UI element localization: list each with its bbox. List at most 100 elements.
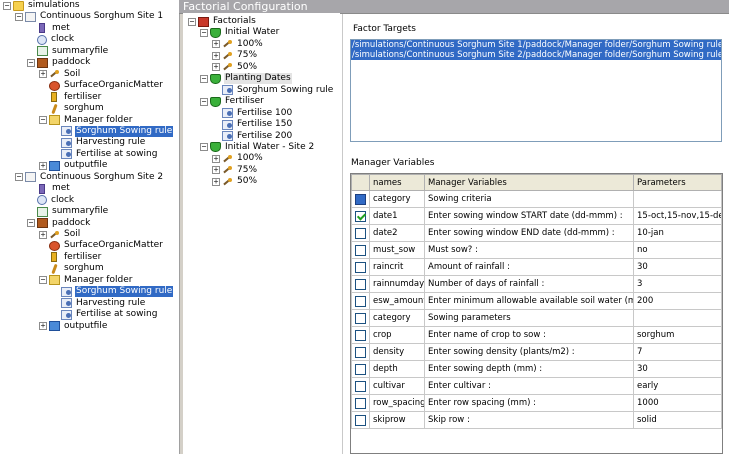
tree-node-clock[interactable]: clock <box>37 195 75 206</box>
tree-node-continuous-sorghum-site-2[interactable]: − Continuous Sorghum Site 2 <box>15 172 164 183</box>
cell-parameter[interactable]: 30 <box>633 258 722 276</box>
cell-name[interactable]: rainnumdays <box>369 275 425 293</box>
tree-node-fertiliser[interactable]: − Fertiliser <box>200 96 265 107</box>
collapse-icon[interactable]: − <box>39 276 47 285</box>
cell-manager-variable[interactable]: Number of days of rainfall : <box>424 275 634 293</box>
tree-node-paddock[interactable]: − paddock <box>27 218 91 229</box>
tree-node-100[interactable]: +100% <box>212 153 264 164</box>
cell-manager-variable[interactable]: Sowing parameters <box>424 309 634 327</box>
collapse-icon[interactable]: − <box>200 74 208 83</box>
cell-parameter[interactable]: 30 <box>633 360 722 378</box>
cell-parameter[interactable] <box>633 309 722 327</box>
tree-node-planting-dates[interactable]: − Planting Dates <box>200 73 292 85</box>
grid-row-must-sow[interactable]: must_sow Must sow? : no <box>351 241 722 259</box>
collapse-icon[interactable]: − <box>15 173 23 182</box>
cell-manager-variable[interactable]: Must sow? : <box>424 241 634 259</box>
column-header-manager-variables[interactable]: Manager Variables <box>424 174 634 191</box>
expand-icon[interactable]: + <box>212 51 220 60</box>
grid-row-row-spacing[interactable]: row_spacing Enter row spacing (mm) :1000 <box>351 394 722 412</box>
collapse-icon[interactable]: − <box>200 143 208 152</box>
expand-icon[interactable]: + <box>212 154 220 163</box>
cell-parameter[interactable]: 7 <box>633 343 722 361</box>
tree-node-met[interactable]: met <box>37 183 71 194</box>
grid-row-crop[interactable]: crop Enter name of crop to sow : sorghum <box>351 326 722 344</box>
tree-node-initial-water[interactable]: − Initial Water <box>200 27 280 38</box>
row-checkbox[interactable] <box>355 329 366 341</box>
cell-parameter[interactable]: 200 <box>633 292 722 310</box>
collapse-icon[interactable]: − <box>200 28 208 37</box>
collapse-icon[interactable]: − <box>188 17 196 26</box>
cell-name[interactable]: depth <box>369 360 425 378</box>
tree-node-met[interactable]: met <box>37 23 71 34</box>
tree-node-clock[interactable]: clock <box>37 34 75 45</box>
cell-parameter[interactable]: 1000 <box>633 394 722 412</box>
cell-parameter[interactable]: early <box>633 377 722 395</box>
cell-parameter[interactable]: no <box>633 241 722 259</box>
expand-icon[interactable]: + <box>212 63 220 72</box>
tree-node-soil[interactable]: + Soil <box>39 69 81 80</box>
cell-name[interactable]: must_sow <box>369 241 425 259</box>
tree-node-75[interactable]: +75% <box>212 165 258 176</box>
tree-node-manager-folder[interactable]: − Manager folder <box>39 115 133 126</box>
cell-manager-variable[interactable]: Amount of rainfall : <box>424 258 634 276</box>
cell-parameter[interactable]: sorghum <box>633 326 722 344</box>
row-checkbox[interactable] <box>355 278 366 290</box>
cell-manager-variable[interactable]: Enter row spacing (mm) : <box>424 394 634 412</box>
tree-node-sorghum-sowing-rule[interactable]: Sorghum Sowing rule <box>61 125 174 137</box>
tree-node-simulations[interactable]: − simulations <box>3 0 81 11</box>
grid-row-category[interactable]: category Sowing parameters <box>351 309 722 327</box>
row-checkbox[interactable] <box>355 312 366 324</box>
row-checkbox[interactable] <box>355 397 366 409</box>
tree-node-sorghum[interactable]: sorghum <box>49 263 105 274</box>
tree-node-factorials[interactable]: − Factorials <box>188 16 257 27</box>
row-checkbox[interactable] <box>355 295 366 307</box>
manager-variables-grid[interactable]: names Manager Variables Parameters categ… <box>350 173 723 454</box>
cell-manager-variable[interactable]: Enter sowing window END date (dd-mmm) : <box>424 224 634 242</box>
cell-manager-variable[interactable]: Enter sowing density (plants/m2) : <box>424 343 634 361</box>
tree-node-50[interactable]: +50% <box>212 62 258 73</box>
grid-row-depth[interactable]: depth Enter sowing depth (mm) :30 <box>351 360 722 378</box>
row-checkbox[interactable] <box>355 227 366 239</box>
tree-node-summaryfile[interactable]: summaryfile <box>37 46 109 57</box>
expand-icon[interactable]: + <box>39 322 47 331</box>
tree-node-soil[interactable]: + Soil <box>39 229 81 240</box>
collapse-icon[interactable]: − <box>27 58 35 67</box>
tree-node-fertilise-100[interactable]: Fertilise 100 <box>222 108 293 119</box>
tree-node-fertilise-at-sowing[interactable]: Fertilise at sowing <box>61 309 158 320</box>
tree-node-paddock[interactable]: − paddock <box>27 57 91 68</box>
tree-node-sorghum[interactable]: sorghum <box>49 103 105 114</box>
cell-name[interactable]: cultivar <box>369 377 425 395</box>
tree-node-fertiliser[interactable]: fertiliser <box>49 252 102 263</box>
grid-row-category[interactable]: category Sowing criteria <box>351 190 722 208</box>
cell-parameter[interactable] <box>633 190 722 208</box>
expand-icon[interactable]: + <box>39 161 47 170</box>
expand-icon[interactable]: + <box>212 166 220 175</box>
tree-node-fertilise-200[interactable]: Fertilise 200 <box>222 131 293 142</box>
grid-row-esw-amount[interactable]: esw_amount Enter minimum allowable availa… <box>351 292 722 310</box>
cell-name[interactable]: crop <box>369 326 425 344</box>
factor-targets-list[interactable]: /simulations/Continuous Sorghum Site 1/p… <box>350 39 722 142</box>
column-header-names[interactable]: names <box>369 174 425 191</box>
tree-node-100[interactable]: +100% <box>212 39 264 50</box>
collapse-icon[interactable]: − <box>39 116 47 124</box>
tree-node-fertilise-150[interactable]: Fertilise 150 <box>222 119 293 130</box>
collapse-icon[interactable]: − <box>200 97 208 106</box>
factor-target-item[interactable]: /simulations/Continuous Sorghum Site 2/p… <box>351 50 721 60</box>
collapse-icon[interactable]: − <box>27 219 35 228</box>
cell-name[interactable]: category <box>369 309 425 327</box>
row-checkbox[interactable] <box>355 261 366 273</box>
expand-icon[interactable]: + <box>212 177 220 186</box>
grid-row-density[interactable]: density Enter sowing density (plants/m2) … <box>351 343 722 361</box>
cell-parameter[interactable]: 10-jan <box>633 224 722 242</box>
tree-node-outputfile[interactable]: + outputfile <box>39 321 108 332</box>
tree-node-75[interactable]: +75% <box>212 50 258 61</box>
cell-name[interactable]: raincrit <box>369 258 425 276</box>
tree-node-sorghum-sowing-rule[interactable]: Sorghum Sowing rule <box>222 85 334 96</box>
tree-node-surfaceorganicmatter[interactable]: SurfaceOrganicMatter <box>49 240 164 251</box>
factor-target-item[interactable]: /simulations/Continuous Sorghum Site 1/p… <box>351 40 721 50</box>
grid-row-rainnumdays[interactable]: rainnumdays Number of days of rainfall :3 <box>351 275 722 293</box>
tree-node-surfaceorganicmatter[interactable]: SurfaceOrganicMatter <box>49 80 164 91</box>
row-checkbox[interactable] <box>355 414 366 426</box>
collapse-icon[interactable]: − <box>15 12 23 21</box>
cell-name[interactable]: category <box>369 190 425 208</box>
